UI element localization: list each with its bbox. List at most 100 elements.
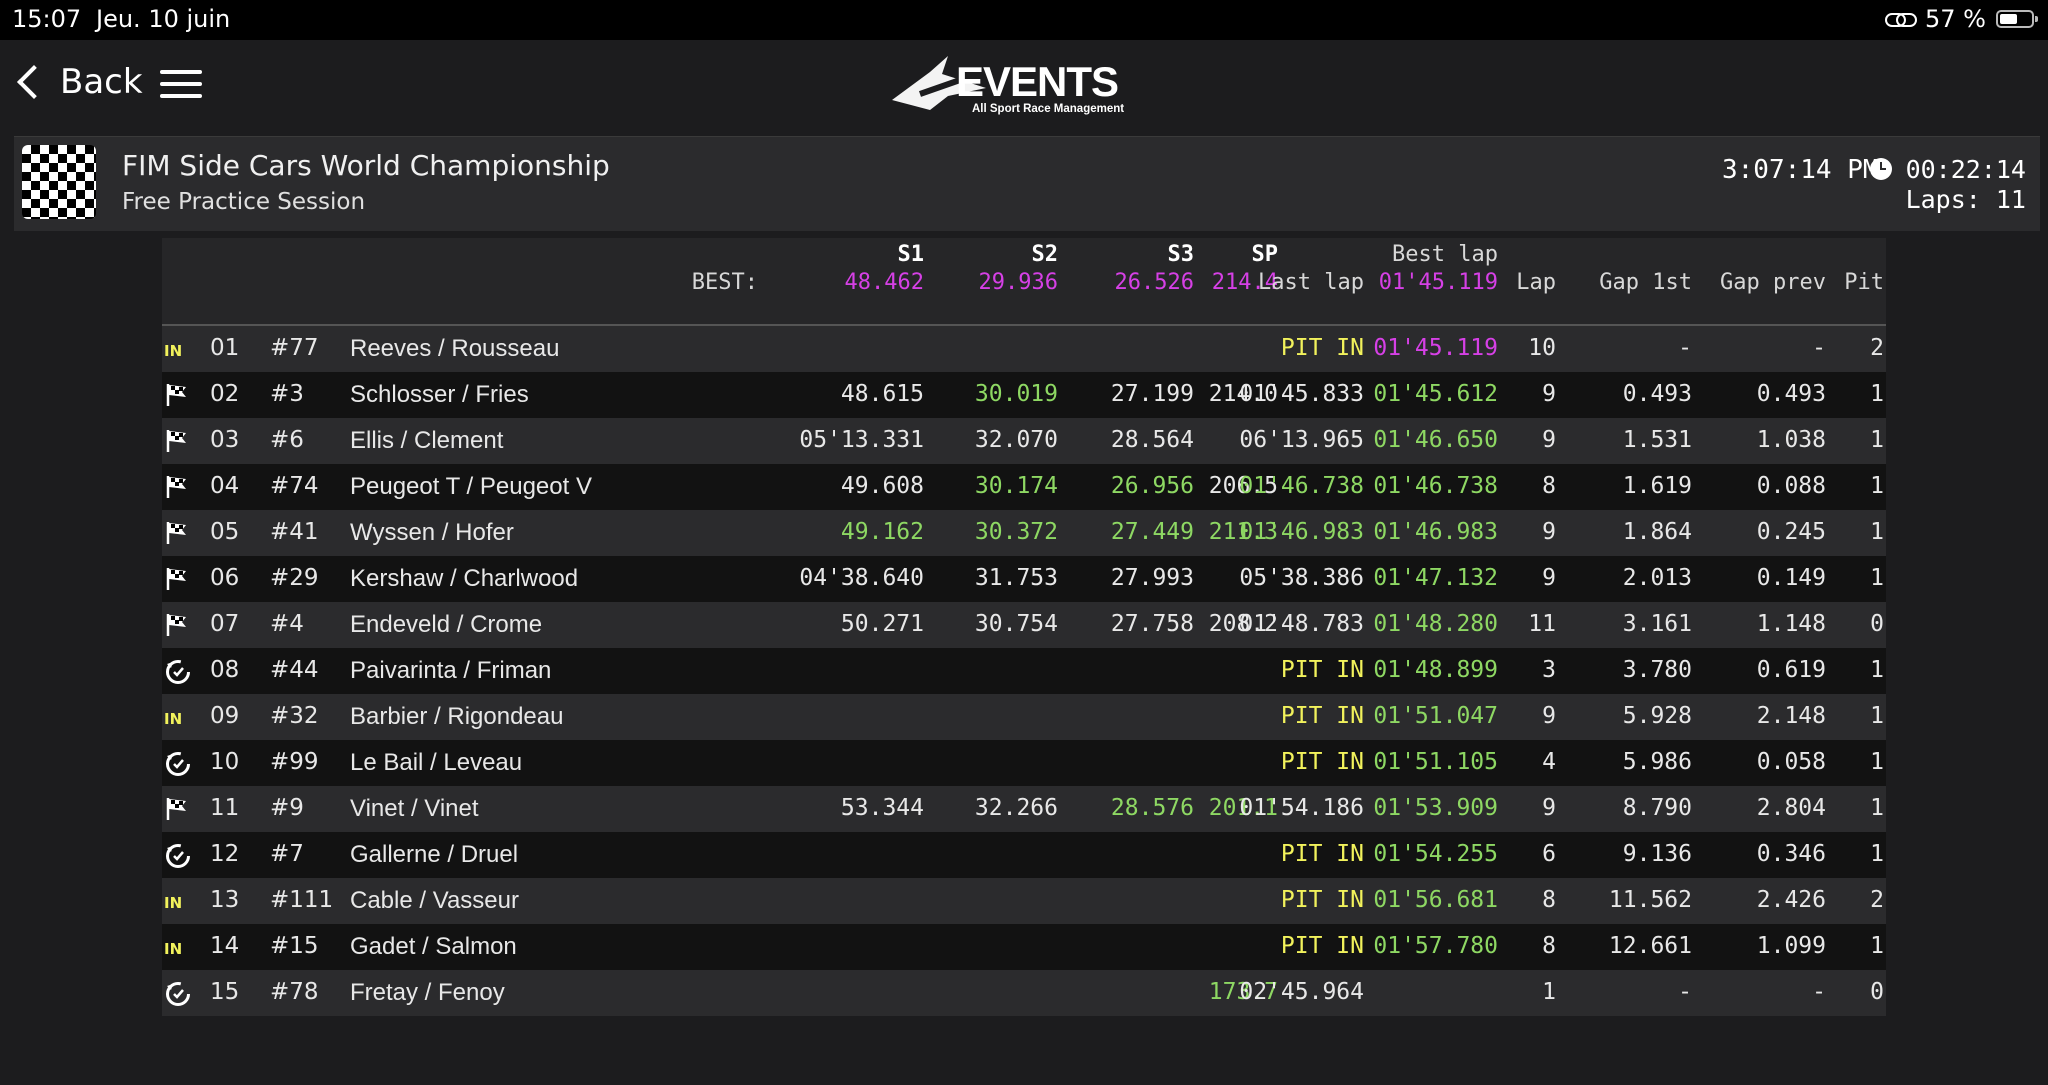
table-row[interactable]: 10 #99 Le Bail / Leveau PIT IN 01'51.105 4 5.9…: [162, 740, 1886, 786]
row-gap-prev: 0.149: [1756, 565, 1826, 591]
table-row[interactable]: 05 #41 Wyssen / Hofer 49.162 30.372 27.449 211…: [162, 510, 1886, 556]
hamburger-menu-icon[interactable]: [160, 70, 202, 100]
row-pit-count: 1: [1870, 565, 1884, 591]
row-pit-count: 1: [1870, 473, 1884, 499]
row-pit-count: 1: [1870, 841, 1884, 867]
events-logo: EVENTS All Sport Race Management: [892, 56, 1124, 115]
row-last-lap: PIT IN: [1280, 933, 1364, 959]
row-number: #111: [270, 887, 334, 913]
checkered-flag-icon: [164, 382, 194, 408]
row-gap-prev: 0.493: [1756, 381, 1826, 407]
row-number: #15: [270, 933, 319, 959]
col-lap: Lap: [1516, 270, 1556, 295]
col-s3: S3: [1167, 242, 1195, 267]
table-row[interactable]: IN 13 #111 Cable / Vasseur PIT IN 01'56.681 8 1…: [162, 878, 1886, 924]
table-row[interactable]: 02 #3 Schlosser / Fries 48.615 30.019 27.199 2…: [162, 372, 1886, 418]
row-last-lap: PIT IN: [1280, 657, 1364, 683]
table-row[interactable]: IN 09 #32 Barbier / Rigondeau PIT IN 01'51.04…: [162, 694, 1886, 740]
row-gap-prev: 0.619: [1756, 657, 1826, 683]
row-gap-1st: 5.986: [1622, 749, 1692, 775]
checkered-flag-icon: [164, 428, 194, 454]
pit-out-icon: [164, 750, 194, 776]
col-sp: SP: [1251, 242, 1279, 267]
row-gap-1st: 1.864: [1622, 519, 1692, 545]
logo-text: EVENTS: [956, 58, 1118, 105]
row-gap-1st: 1.619: [1622, 473, 1692, 499]
row-position: 03: [210, 427, 240, 453]
row-pit-count: 1: [1870, 933, 1884, 959]
row-position: 05: [210, 519, 240, 545]
back-button[interactable]: Back: [14, 62, 143, 102]
row-gap-1st: 0.493: [1622, 381, 1692, 407]
row-last-lap: 01'46.983: [1239, 519, 1364, 545]
status-time: 15:07: [12, 5, 82, 33]
row-position: 12: [210, 841, 240, 867]
row-s1: 48.615: [840, 381, 924, 407]
session-header: FIM Side Cars World Championship Free Pr…: [14, 136, 2040, 231]
row-best-lap: 01'56.681: [1373, 887, 1498, 913]
col-pit: Pit: [1844, 270, 1884, 295]
row-s3: 26.956: [1110, 473, 1194, 499]
row-number: #32: [270, 703, 319, 729]
row-best-lap: 01'48.899: [1373, 657, 1498, 683]
row-best-lap: 01'45.119: [1373, 335, 1498, 361]
table-row[interactable]: 07 #4 Endeveld / Crome 50.271 30.754 27.758 20…: [162, 602, 1886, 648]
row-best-lap: 01'53.909: [1373, 795, 1498, 821]
row-best-lap: 01'46.738: [1373, 473, 1498, 499]
row-last-lap: 01'48.783: [1239, 611, 1364, 637]
row-best-lap: 01'46.650: [1373, 427, 1498, 453]
table-row[interactable]: 11 #9 Vinet / Vinet 53.344 32.266 28.576 201.1…: [162, 786, 1886, 832]
checkered-flag-icon: [164, 796, 194, 822]
row-last-lap: PIT IN: [1280, 703, 1364, 729]
row-lap-count: 9: [1542, 381, 1556, 407]
row-s3: 28.576: [1110, 795, 1194, 821]
timing-table: S1 S2 S3 SP Best lap BEST: 48.462 29.936…: [162, 238, 1886, 1016]
row-best-lap: 01'51.047: [1373, 703, 1498, 729]
table-row[interactable]: 04 #74 Peugeot T / Peugeot V 49.608 30.174 26…: [162, 464, 1886, 510]
table-row[interactable]: IN 01 #77 Reeves / Rousseau PIT IN 01'45.119 1…: [162, 326, 1886, 372]
row-number: #7: [270, 841, 304, 867]
row-position: 10: [210, 749, 240, 775]
row-s3: 27.199: [1110, 381, 1194, 407]
row-rider-names: Endeveld / Crome: [350, 611, 543, 638]
table-row[interactable]: 12 #7 Gallerne / Druel PIT IN 01'54.255 6 9.13…: [162, 832, 1886, 878]
row-best-lap: 01'45.612: [1373, 381, 1498, 407]
row-gap-1st: 12.661: [1608, 933, 1692, 959]
status-right: 57 %: [1885, 5, 2038, 33]
row-best-lap: 01'51.105: [1373, 749, 1498, 775]
row-number: #29: [270, 565, 319, 591]
logo-tagline: All Sport Race Management: [972, 103, 1124, 115]
row-last-lap: 01'46.738: [1239, 473, 1364, 499]
row-lap-count: 8: [1542, 933, 1556, 959]
table-body: IN 01 #77 Reeves / Rousseau PIT IN 01'45.119 1…: [162, 326, 1886, 1016]
row-rider-names: Ellis / Clement: [350, 427, 504, 454]
row-position: 08: [210, 657, 240, 683]
table-row[interactable]: 03 #6 Ellis / Clement 05'13.331 32.070 28.564…: [162, 418, 1886, 464]
checkered-flag-icon: [164, 612, 194, 638]
row-gap-1st: 3.161: [1622, 611, 1692, 637]
table-row[interactable]: 15 #78 Fretay / Fenoy 173.7 02'45.964 1- -0: [162, 970, 1886, 1016]
session-timer: 00:22:14 Laps: 11: [1869, 155, 2026, 215]
row-lap-count: 8: [1542, 887, 1556, 913]
row-number: #6: [270, 427, 304, 453]
table-row[interactable]: 08 #44 Paivarinta / Friman PIT IN 01'48.899 3…: [162, 648, 1886, 694]
row-last-lap: 01'45.833: [1239, 381, 1364, 407]
row-rider-names: Gadet / Salmon: [350, 933, 517, 960]
row-position: 06: [210, 565, 240, 591]
row-pit-count: 1: [1870, 703, 1884, 729]
row-number: #4: [270, 611, 304, 637]
battery-icon: [1996, 10, 2038, 28]
table-row[interactable]: IN 14 #15 Gadet / Salmon PIT IN 01'57.780 8 12.…: [162, 924, 1886, 970]
row-s1: 04'38.640: [799, 565, 924, 591]
pit-out-icon: [164, 658, 194, 684]
row-s2: 30.372: [974, 519, 1058, 545]
clock-icon: [1869, 158, 1892, 180]
row-s1: 50.271: [840, 611, 924, 637]
row-gap-prev: 1.038: [1756, 427, 1826, 453]
pit-out-icon: [164, 980, 194, 1006]
row-lap-count: 1: [1542, 979, 1556, 1005]
pit-in-icon: IN: [164, 342, 183, 360]
col-s2: S2: [1031, 242, 1059, 267]
table-row[interactable]: 06 #29 Kershaw / Charlwood 04'38.640 31.753 2…: [162, 556, 1886, 602]
row-number: #44: [270, 657, 319, 683]
